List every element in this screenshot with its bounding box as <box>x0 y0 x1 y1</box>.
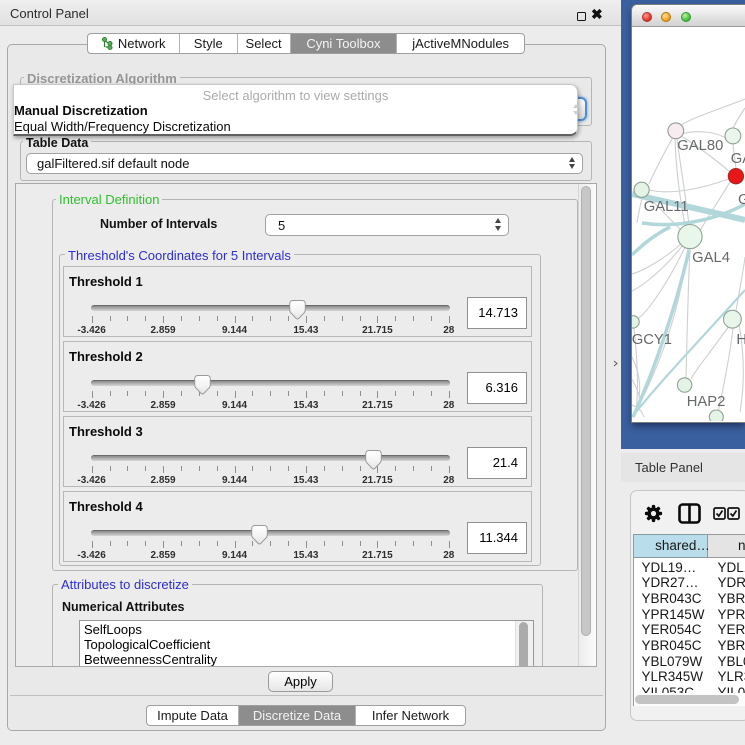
svg-text:GA: GA <box>731 151 745 167</box>
svg-text:GAL11: GAL11 <box>644 199 689 215</box>
svg-text:GAL80: GAL80 <box>677 138 723 154</box>
svg-text:GAL4: GAL4 <box>692 250 730 266</box>
svg-text:G: G <box>738 192 745 208</box>
svg-text:GCY1: GCY1 <box>632 332 672 348</box>
svg-text:HAP2: HAP2 <box>687 394 726 410</box>
svg-text:H: H <box>736 332 745 348</box>
